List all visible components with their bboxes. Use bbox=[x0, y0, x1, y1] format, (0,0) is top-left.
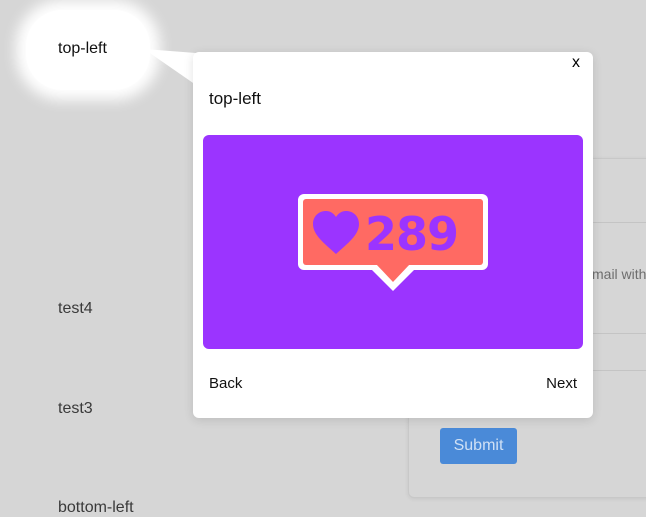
popover-title: top-left bbox=[209, 89, 261, 108]
form-field-line bbox=[590, 370, 646, 371]
anchor-label-top-left[interactable]: top-left bbox=[58, 40, 107, 58]
popover-image: 289 bbox=[203, 135, 583, 349]
form-help-text: mail with bbox=[592, 266, 646, 282]
popover-pointer-arrow bbox=[144, 49, 196, 85]
label-test3: test3 bbox=[58, 400, 93, 417]
next-button[interactable]: Next bbox=[546, 375, 577, 392]
tour-popover: x top-left 289 Back Next bbox=[193, 52, 593, 418]
submit-button[interactable]: Submit bbox=[440, 428, 517, 464]
form-field-line bbox=[590, 333, 646, 334]
back-button[interactable]: Back bbox=[209, 375, 242, 392]
like-badge-illustration: 289 bbox=[298, 194, 488, 291]
close-button[interactable]: x bbox=[572, 54, 580, 72]
label-bottom-left: bottom-left bbox=[58, 499, 134, 516]
like-count: 289 bbox=[365, 207, 458, 261]
form-field-line bbox=[590, 222, 646, 223]
label-test4: test4 bbox=[58, 300, 93, 317]
